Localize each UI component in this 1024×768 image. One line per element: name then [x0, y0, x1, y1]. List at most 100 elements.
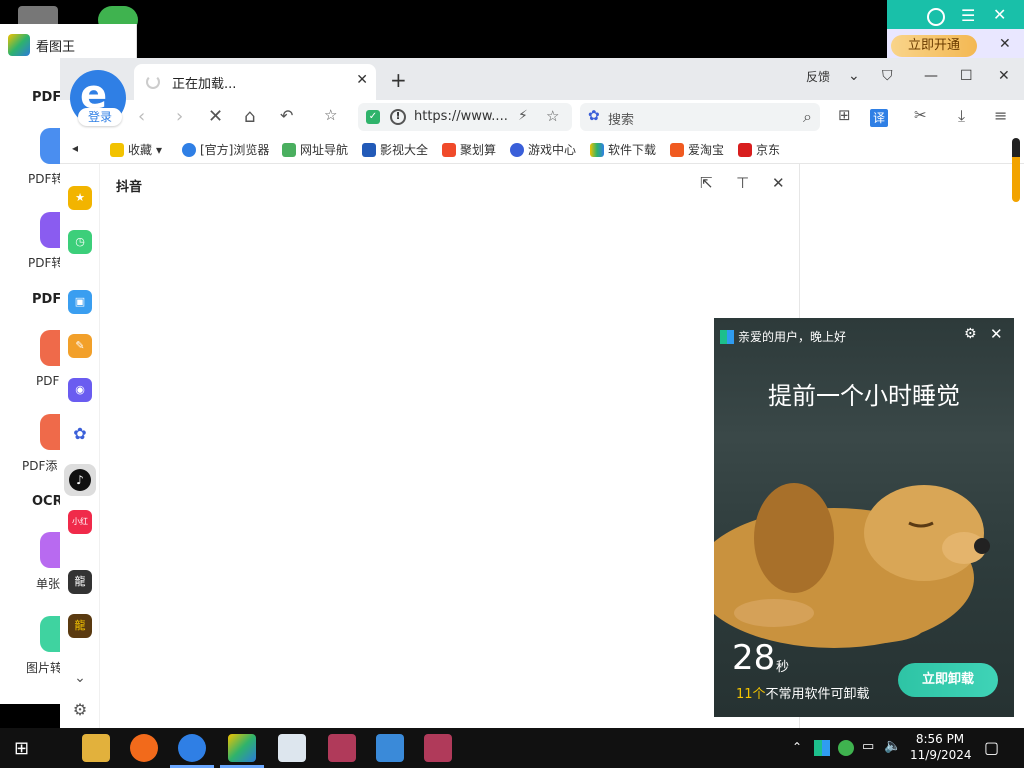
file-explorer-icon[interactable] — [82, 734, 110, 762]
settings-gear-icon[interactable]: ⚙ — [68, 698, 92, 722]
tab-loading[interactable]: 正在加载... ✕ — [134, 64, 376, 100]
jd-icon — [738, 142, 752, 157]
download-icon[interactable]: ⤓ — [958, 106, 965, 126]
wechat-tray-icon[interactable] — [838, 740, 854, 756]
nav-toolbar: ‹ › ✕ ⌂ ↶ ☆ ✓ ! https://www.... ⚡ ☆ ✿ 搜索… — [60, 100, 1024, 134]
favorites-list-icon[interactable]: ☆ — [324, 106, 337, 124]
image-viewer-taskbar-icon[interactable] — [228, 734, 256, 762]
history-clock-icon[interactable]: ◷ — [68, 230, 92, 254]
windows-start-icon[interactable]: ⊞ — [14, 738, 29, 759]
xiaohongshu-icon[interactable]: 小红 — [68, 510, 92, 534]
star-icon — [110, 142, 124, 157]
panel-title: 抖音 — [116, 180, 143, 195]
bookmark-taobao[interactable]: 爱淘宝 — [670, 141, 724, 158]
window-close-icon[interactable]: ✕ — [998, 68, 1010, 84]
uninstall-now-button[interactable]: 立即卸载 — [898, 663, 998, 697]
vip-open-button[interactable]: 立即开通 — [891, 35, 977, 57]
firefox-icon[interactable] — [130, 734, 158, 762]
apps-grid-icon[interactable]: ⊞ — [838, 106, 851, 124]
gamepad-icon — [510, 142, 524, 157]
forward-icon[interactable]: › — [176, 106, 183, 127]
winrar-icon[interactable] — [328, 734, 356, 762]
notifications-icon[interactable]: ▢ — [984, 738, 999, 757]
bookmarks-bar: ◂ 收藏 ▾ [官方]浏览器 网址导航 影视大全 聚划算 游戏中心 软件下载 爱… — [60, 134, 1024, 164]
menu-icon[interactable]: ☰ — [961, 6, 975, 25]
section-pdf-2: PDF — [32, 292, 62, 307]
section-pdf-1: PDF — [32, 90, 62, 105]
tab-close-icon[interactable]: ✕ — [356, 72, 368, 88]
bookmark-jd[interactable]: 京东 — [738, 141, 780, 158]
bookmark-video[interactable]: 影视大全 — [362, 141, 428, 158]
new-tab-icon[interactable]: + — [390, 68, 407, 92]
popup-close-icon[interactable]: ✕ — [990, 325, 1003, 343]
login-button[interactable]: 登录 — [78, 108, 122, 126]
dragon-game-icon-2[interactable]: 龍 — [68, 614, 92, 638]
star-icon[interactable]: ☆ — [546, 107, 559, 125]
douyin-active-bg[interactable]: ♪ — [64, 464, 96, 496]
toolbox-icon[interactable]: ▣ — [68, 290, 92, 314]
bookmark-juhuasuan[interactable]: 聚划算 — [442, 141, 496, 158]
maximize-icon[interactable]: ☐ — [960, 68, 973, 84]
system-clock[interactable]: 8:56 PM 11/9/2024 — [910, 731, 972, 763]
douyin-icon: ♪ — [69, 469, 91, 491]
window-app-icon[interactable] — [278, 734, 306, 762]
translate-icon[interactable]: 译 — [870, 109, 888, 127]
network-icon[interactable]: ▭ — [862, 739, 874, 754]
search-box[interactable]: ✿ 搜索 ⌕ — [580, 103, 820, 131]
bookmark-official[interactable]: [官方]浏览器 — [182, 141, 269, 158]
search-placeholder: 搜索 — [608, 113, 635, 128]
settings-icon[interactable]: ✕ — [999, 36, 1011, 52]
info-icon[interactable]: ! — [390, 109, 406, 125]
scrollbar[interactable] — [1012, 138, 1020, 202]
baidu-icon[interactable]: ✿ — [68, 422, 92, 446]
tray-app-icon[interactable] — [814, 740, 830, 756]
open-external-icon[interactable]: ⇱ — [700, 174, 713, 192]
chevron-down-icon[interactable]: ⌄ — [68, 666, 92, 690]
shield-icon: ✓ — [366, 110, 380, 124]
undo-close-icon[interactable]: ↶ — [280, 106, 293, 125]
favorites-star-icon[interactable]: ★ — [68, 186, 92, 210]
volume-icon[interactable]: 🔈 — [884, 738, 901, 754]
software-icon — [590, 142, 604, 157]
browser-taskbar-icon[interactable] — [178, 734, 206, 762]
home-icon[interactable]: ⌂ — [244, 106, 255, 127]
juhuasuan-icon — [442, 142, 456, 157]
stop-icon[interactable]: ✕ — [208, 106, 223, 127]
bookmark-nav[interactable]: 网址导航 — [282, 141, 348, 158]
bookmark-games[interactable]: 游戏中心 — [510, 141, 576, 158]
winrar-icon-2[interactable] — [376, 734, 404, 762]
bookmark-favorites[interactable]: 收藏 ▾ — [110, 141, 162, 158]
loading-spinner-icon — [146, 75, 160, 89]
taskbar: ⊞ ⌃ ▭ 🔈 8:56 PM 11/9/2024 ▢ — [0, 728, 1024, 768]
back-icon[interactable]: ‹ — [138, 106, 145, 127]
address-bar[interactable]: ✓ ! https://www.... ⚡ ☆ — [358, 103, 572, 131]
dragon-game-icon[interactable]: 龍 — [68, 570, 92, 594]
popup-header: 亲爱的用户，晚上好 — [720, 328, 846, 345]
shirt-skin-icon[interactable]: ⛉ — [882, 68, 893, 84]
chevron-down-icon[interactable]: ⌄ — [848, 68, 860, 84]
search-icon[interactable]: ⌕ — [803, 107, 812, 127]
game-controller-icon[interactable]: ◉ — [68, 378, 92, 402]
bookmark-software[interactable]: 软件下载 — [590, 141, 656, 158]
lightning-icon[interactable]: ⚡ — [518, 108, 528, 124]
tool-label-1: PDF转 — [28, 172, 64, 186]
popup-settings-icon[interactable]: ⚙ — [964, 326, 977, 342]
menu-icon[interactable]: ≡ — [994, 106, 1007, 125]
tool-label-3: PDF — [36, 374, 60, 388]
tools-icon[interactable]: ✎ — [68, 334, 92, 358]
close-icon[interactable]: ✕ — [993, 5, 1006, 24]
countdown-unit: 秒 — [776, 660, 790, 675]
sidebar-toggle-icon[interactable]: ◂ — [72, 141, 78, 155]
scissors-icon[interactable]: ✂ — [914, 106, 927, 124]
winrar-icon-3[interactable] — [424, 734, 452, 762]
popup-headline: 提前一个小时睡觉 — [768, 382, 960, 410]
clock-time: 8:56 PM — [915, 732, 965, 746]
browser-sidebar: ★ ◷ ▣ ✎ ◉ ✿ ♪ 小红 龍 龍 ⌄ ⚙ — [60, 164, 100, 728]
user-icon[interactable] — [927, 8, 945, 26]
pin-icon[interactable]: ⊤ — [736, 174, 749, 192]
tray-expand-icon[interactable]: ⌃ — [792, 740, 802, 754]
minimize-icon[interactable]: — — [924, 68, 938, 84]
panel-close-icon[interactable]: ✕ — [772, 174, 785, 192]
feedback-button[interactable]: 反馈 — [806, 68, 830, 85]
baidu-paw-icon: ✿ — [588, 108, 600, 124]
